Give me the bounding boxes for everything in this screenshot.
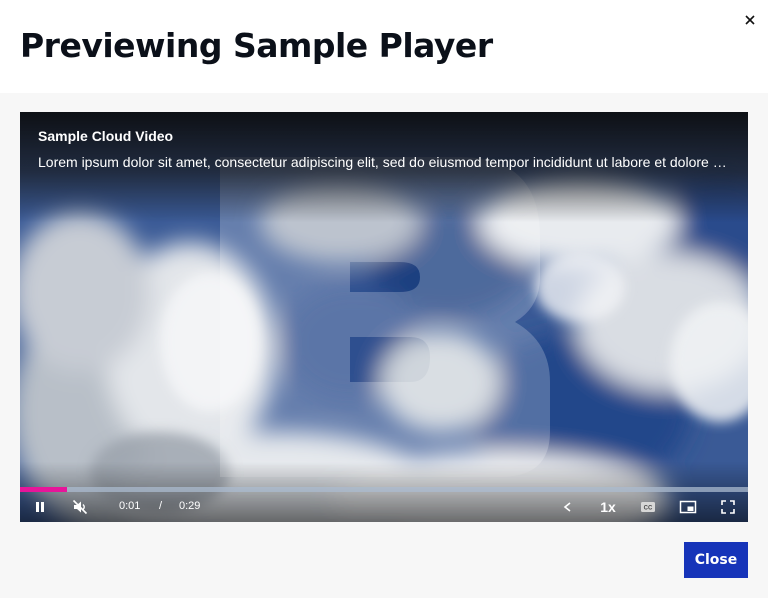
control-bar: 0:01 / 0:29 1x CC — [20, 492, 748, 522]
captions-icon[interactable]: CC — [638, 497, 658, 517]
current-time: 0:01 — [119, 500, 141, 512]
fullscreen-icon[interactable] — [718, 497, 738, 517]
video-player[interactable]: TM Sample Cloud Video Lorem ipsum dolor … — [20, 112, 748, 522]
modal-header: Previewing Sample Player — [0, 0, 768, 93]
close-button[interactable]: Close — [684, 542, 748, 578]
modal-title: Previewing Sample Player — [20, 26, 493, 65]
pause-icon[interactable] — [30, 497, 50, 517]
close-icon[interactable] — [740, 10, 760, 30]
share-icon[interactable] — [558, 497, 578, 517]
playback-rate-button[interactable]: 1x — [598, 497, 618, 517]
time-separator: / — [159, 500, 163, 512]
modal-body: TM Sample Cloud Video Lorem ipsum dolor … — [0, 93, 768, 598]
duration: 0:29 — [179, 500, 201, 512]
picture-in-picture-icon[interactable] — [678, 497, 698, 517]
muted-icon[interactable] — [70, 497, 90, 517]
video-title: Sample Cloud Video — [38, 128, 174, 144]
video-description: Lorem ipsum dolor sit amet, consectetur … — [38, 154, 730, 170]
svg-text:CC: CC — [644, 506, 653, 512]
